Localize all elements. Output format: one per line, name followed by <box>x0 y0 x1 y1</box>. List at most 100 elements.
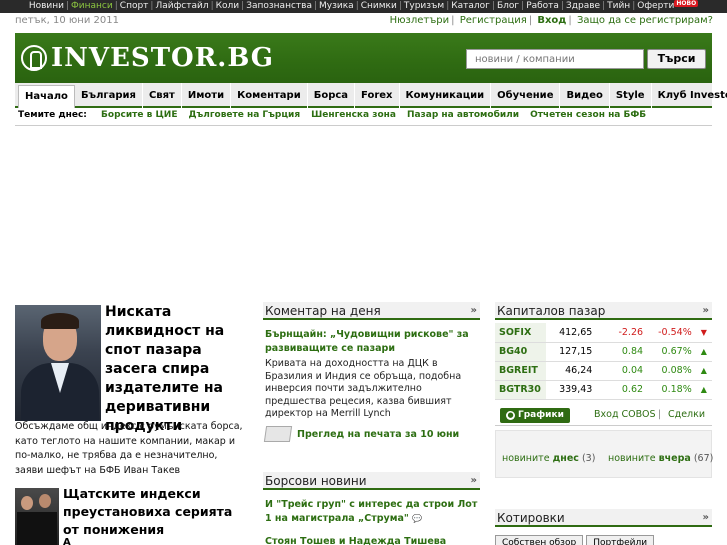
topbar-link[interactable]: Спорт <box>120 1 149 11</box>
press-review-label: Преглед на печата за 10 юни <box>297 428 460 440</box>
newspaper-icon <box>263 426 293 442</box>
topbar-link[interactable]: Каталог <box>451 1 490 11</box>
cobos-login-link[interactable]: Вход COBOS <box>594 409 656 420</box>
nav-tab[interactable]: Комуникации <box>400 83 492 108</box>
tab-own-review[interactable]: Собствен обзор <box>495 535 584 545</box>
site-logo[interactable]: INVESTOR.BG <box>21 41 274 75</box>
news-yesterday-count: (67) <box>693 453 714 464</box>
topbar-link[interactable]: Финанси <box>71 1 113 11</box>
news2-summary: А <box>63 537 71 545</box>
topbar-link[interactable]: Здраве <box>566 1 600 11</box>
topbar-link[interactable]: Музика <box>319 1 354 11</box>
deals-link[interactable]: Сделки <box>668 409 705 420</box>
chart-icon: ● <box>506 411 515 420</box>
nav-tab[interactable]: Клуб Investor.bg <box>652 83 727 108</box>
double-chevron-icon[interactable]: » <box>471 302 477 320</box>
stock-news-header[interactable]: Борсови новини » <box>263 472 480 490</box>
search-input[interactable] <box>466 49 644 69</box>
comment-summary: Кривата на доходността на ДЦК в Бразилия… <box>265 358 462 419</box>
newsletters-link[interactable]: Нюзлетъри <box>390 15 450 26</box>
stock-news-item[interactable]: Стоян Тошев и Надежда Тишева напускат <box>265 535 480 545</box>
login-link[interactable]: Вход <box>537 15 566 26</box>
new-badge: НОВО <box>674 0 699 7</box>
news2-headline[interactable]: Щатските индекси преустановиха серията о… <box>63 485 243 539</box>
comment-header[interactable]: Коментар на деня » <box>263 302 480 320</box>
tab-portfolios[interactable]: Портфейли <box>586 535 655 545</box>
why-register-link[interactable]: Защо да се регистрирам? <box>577 15 713 26</box>
news-today-bold: днес <box>552 453 579 464</box>
nav-tab[interactable]: Видео <box>560 83 610 108</box>
double-chevron-icon[interactable]: » <box>703 509 709 527</box>
index-row[interactable]: BG40 127,15 0.84 0.67% ▲ <box>495 342 712 362</box>
index-value: 127,15 <box>545 342 597 362</box>
index-value: 339,43 <box>545 380 597 400</box>
index-change: -2.26 <box>596 323 648 343</box>
index-name: BGTR30 <box>495 380 546 400</box>
index-name: SOFIX <box>495 323 546 343</box>
topic-link[interactable]: Отчетен сезон на БФБ <box>530 110 646 120</box>
topbar-link[interactable]: Новини <box>29 1 64 11</box>
capital-market-header-label: Капиталов пазар <box>497 304 606 318</box>
news-today-link[interactable]: новините днес (3) <box>502 453 595 464</box>
nav-tab[interactable]: Начало <box>18 85 75 108</box>
register-link[interactable]: Регистрация <box>460 15 527 26</box>
news-yesterday-link[interactable]: новините вчера (67) <box>608 453 713 464</box>
index-row[interactable]: SOFIX 412,65 -2.26 -0.54% ▼ <box>495 323 712 343</box>
topbar-link[interactable]: Оферти <box>637 1 674 11</box>
topbar-link[interactable]: Лайфстайл <box>155 1 208 11</box>
index-percent: -0.54% <box>647 323 696 343</box>
index-row[interactable]: BGTR30 339,43 0.62 0.18% ▲ <box>495 380 712 400</box>
topic-link[interactable]: Пазар на автомобили <box>407 110 519 120</box>
quotes-tabs: Собствен обзор Портфейли <box>495 535 657 545</box>
graphs-button[interactable]: ● Графики <box>500 408 570 423</box>
index-row[interactable]: BGREIT 46,24 0.04 0.08% ▲ <box>495 361 712 381</box>
stock-news-header-label: Борсови новини <box>265 474 367 488</box>
double-chevron-icon[interactable]: » <box>471 472 477 490</box>
capital-market-header[interactable]: Капиталов пазар » <box>495 302 712 320</box>
topbar-link[interactable]: Тийн <box>607 1 630 11</box>
indices-table: SOFIX 412,65 -2.26 -0.54% ▼ BG40 127,15 0.84 0.6… <box>495 323 712 400</box>
news2-photo[interactable] <box>15 488 59 545</box>
index-percent: 0.18% <box>647 380 696 400</box>
double-chevron-icon[interactable]: » <box>703 302 709 320</box>
capital-links: ● Графики Вход COBOS | Сделки <box>495 406 712 426</box>
topbar-link[interactable]: Снимки <box>361 1 397 11</box>
index-name: BGREIT <box>495 361 546 381</box>
nav-tab[interactable]: Борса <box>308 83 356 108</box>
topic-link[interactable]: Борсите в ЦИЕ <box>101 110 177 120</box>
topic-link[interactable]: Шенгенска зона <box>311 110 396 120</box>
nav-tab[interactable]: Forex <box>355 83 400 108</box>
nav-tab[interactable]: Свят <box>143 83 182 108</box>
index-change: 0.04 <box>596 361 648 381</box>
quotes-header[interactable]: Котировки » <box>495 509 712 527</box>
portal-topbar: Новини | Финанси | Спорт | Лайфстайл | Коли | Запо… <box>0 0 727 13</box>
topbar-link[interactable]: Работа <box>526 1 559 11</box>
logo-mark-icon <box>21 45 47 71</box>
comments-icon[interactable]: 💬 <box>412 514 422 523</box>
topic-link[interactable]: Дълговете на Гърция <box>188 110 300 120</box>
stock-news-item[interactable]: И "Трейс груп" с интерес да строи Лот 1 … <box>265 498 480 526</box>
user-links: Нюзлетъри | Регистрация | Вход | Защо да се… <box>389 15 713 26</box>
news-today-box: новините днес (3) новините вчера (67) <box>495 430 713 478</box>
nav-tab[interactable]: Коментари <box>231 83 308 108</box>
index-percent: 0.67% <box>647 342 696 362</box>
nav-tab[interactable]: Обучение <box>491 83 561 108</box>
nav-tab[interactable]: България <box>75 83 143 108</box>
arrow-down-icon: ▼ <box>695 323 712 343</box>
nav-tab[interactable]: Style <box>610 83 652 108</box>
logo-text: INVESTOR.BG <box>51 43 275 73</box>
search-button[interactable]: Търси <box>647 49 706 69</box>
lead-headline[interactable]: Ниската ликвидност на спот пазара засега… <box>105 303 247 436</box>
comment-headline[interactable]: Бърнщайн: „Чудовищни рискове" за развива… <box>265 328 480 356</box>
topbar-link[interactable]: Коли <box>216 1 240 11</box>
press-review-link[interactable]: Преглед на печата за 10 юни <box>263 424 480 444</box>
current-date: петък, 10 юни 2011 <box>15 15 119 26</box>
arrow-up-icon: ▲ <box>695 342 712 362</box>
nav-tab[interactable]: Имоти <box>182 83 232 108</box>
topbar-link[interactable]: Туризъм <box>404 1 444 11</box>
topbar-link[interactable]: Запознанства <box>246 1 312 11</box>
lead-photo[interactable] <box>15 305 101 421</box>
stock-news-item-label: И "Трейс груп" с интерес да строи Лот 1 … <box>265 499 478 524</box>
topbar-link[interactable]: Блог <box>497 1 519 11</box>
arrow-up-icon: ▲ <box>695 361 712 381</box>
